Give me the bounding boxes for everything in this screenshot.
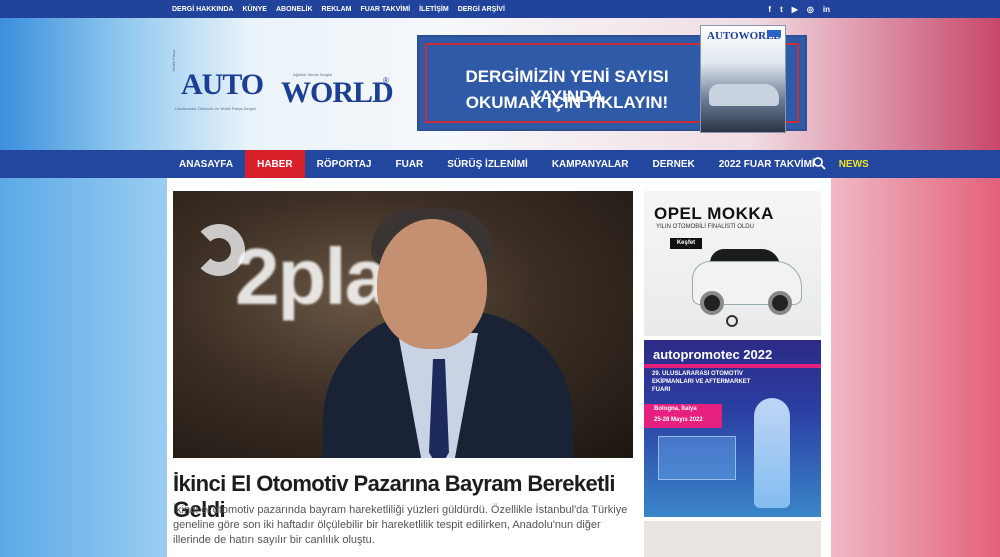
nav-item-anasayfa[interactable]: ANASAYFA [167,150,245,178]
logo-small-text: Yedek Parça [171,49,176,72]
nav-item-roportaj[interactable]: RÖPORTAJ [305,150,384,178]
logo-auto-text: AUTO [181,68,264,101]
person-face [377,219,487,349]
logo-world-text: WORLD [281,76,394,109]
top-link-reklam[interactable]: REKLAM [322,6,352,13]
site-header: Yedek Parça AUTO WORLD ® Uluslararası Ot… [0,18,1000,150]
logo-registered-mark: ® [383,76,389,85]
main-nav: ANASAYFA HABER RÖPORTAJ FUAR SÜRÜŞ İZLEN… [0,150,1000,178]
top-link-abonelik[interactable]: ABONELİK [276,6,313,13]
opel-car-wheel-front [700,291,724,315]
linkedin-icon[interactable]: in [823,5,830,14]
opel-kesfet-button[interactable]: Keşfet [670,238,702,249]
magazine-car-image [709,84,779,106]
social-links: f t ▶ ◎ in [768,0,830,18]
opel-car-wheel-rear [768,291,792,315]
top-link-fuar-takvimi[interactable]: FUAR TAKVİMİ [360,6,410,13]
nav-item-kampanyalar[interactable]: KAMPANYALAR [540,150,641,178]
logo-tagline-right: Ağırlıklı Servis Dergisi [293,72,333,77]
autopromotec-ad[interactable]: autopromotec 2022 29. ULUSLARARASI OTOMO… [644,340,821,517]
article-hero-image[interactable]: 2pla [173,191,633,458]
magazine-cover[interactable]: AUTOWORLD [700,25,786,133]
top-nav: DERGİ HAKKINDA KÜNYE ABONELİK REKLAM FUA… [172,6,514,13]
search-icon[interactable] [812,156,826,170]
autopromotec-dates: 25-28 Mayıs 2022 [654,417,703,423]
autopromotec-city: Bologna, İtalya [654,406,697,412]
magazine-badge [767,30,781,37]
article-excerpt: İkinci el otomotiv pazarında bayram hare… [173,504,628,546]
third-ad[interactable] [644,521,821,557]
logo-tagline-left: Uluslararası Otomotiv ve Yedek Parça Der… [175,106,256,111]
autopromotec-title: autopromotec 2022 [653,347,773,362]
twitter-icon[interactable]: t [780,5,783,14]
facebook-icon[interactable]: f [768,5,771,14]
autopromotec-hologram-panel [658,436,736,480]
autopromotec-location-box: Bologna, İtalya 25-28 Mayıs 2022 [644,404,722,428]
top-link-kunye[interactable]: KÜNYE [242,6,267,13]
main-nav-items: ANASAYFA HABER RÖPORTAJ FUAR SÜRÜŞ İZLEN… [167,150,881,178]
top-bar: DERGİ HAKKINDA KÜNYE ABONELİK REKLAM FUA… [0,0,1000,18]
opel-ad-title: OPEL MOKKA [654,204,774,223]
autopromotec-accent-bar [644,364,821,368]
youtube-icon[interactable]: ▶ [792,5,798,14]
banner-cta: OKUMAK İÇİN TIKLAYIN! [465,93,669,112]
opel-logo-icon [726,315,738,327]
site-logo[interactable]: Yedek Parça AUTO WORLD ® Uluslararası Ot… [171,49,396,122]
instagram-icon[interactable]: ◎ [807,5,814,14]
nav-item-surus-izlenimi[interactable]: SÜRÜŞ İZLENİMİ [435,150,540,178]
hero-background-logo-text: 2pla [235,232,389,321]
autopromotec-robot-figure [754,398,790,508]
nav-item-fuar[interactable]: FUAR [383,150,435,178]
nav-item-fuar-takvimi-2022[interactable]: 2022 FUAR TAKVİMİ [707,150,827,178]
nav-item-news[interactable]: NEWS [827,150,881,178]
autopromotec-description: 29. ULUSLARARASI OTOMOTİV EKİPMANLARI VE… [652,371,751,393]
nav-item-haber[interactable]: HABER [245,150,305,178]
nav-item-dernek[interactable]: DERNEK [641,150,707,178]
main-content: 2pla İkinci El Otomotiv Pazarına Bayram … [167,178,831,557]
top-link-iletisim[interactable]: İLETİŞİM [419,6,449,13]
new-issue-banner[interactable]: DERGİMİZİN YENİ SAYISI YAYINDA OKUMAK İÇ… [417,25,807,133]
top-link-dergi-arsivi[interactable]: DERGİ ARŞİVİ [458,6,505,13]
opel-ad-subtitle: YILIN OTOMOBİLİ FİNALİSTİ OLDU [656,224,754,230]
opel-mokka-ad[interactable]: OPEL MOKKA YILIN OTOMOBİLİ FİNALİSTİ OLD… [644,191,821,336]
top-link-dergi-hakkinda[interactable]: DERGİ HAKKINDA [172,6,233,13]
